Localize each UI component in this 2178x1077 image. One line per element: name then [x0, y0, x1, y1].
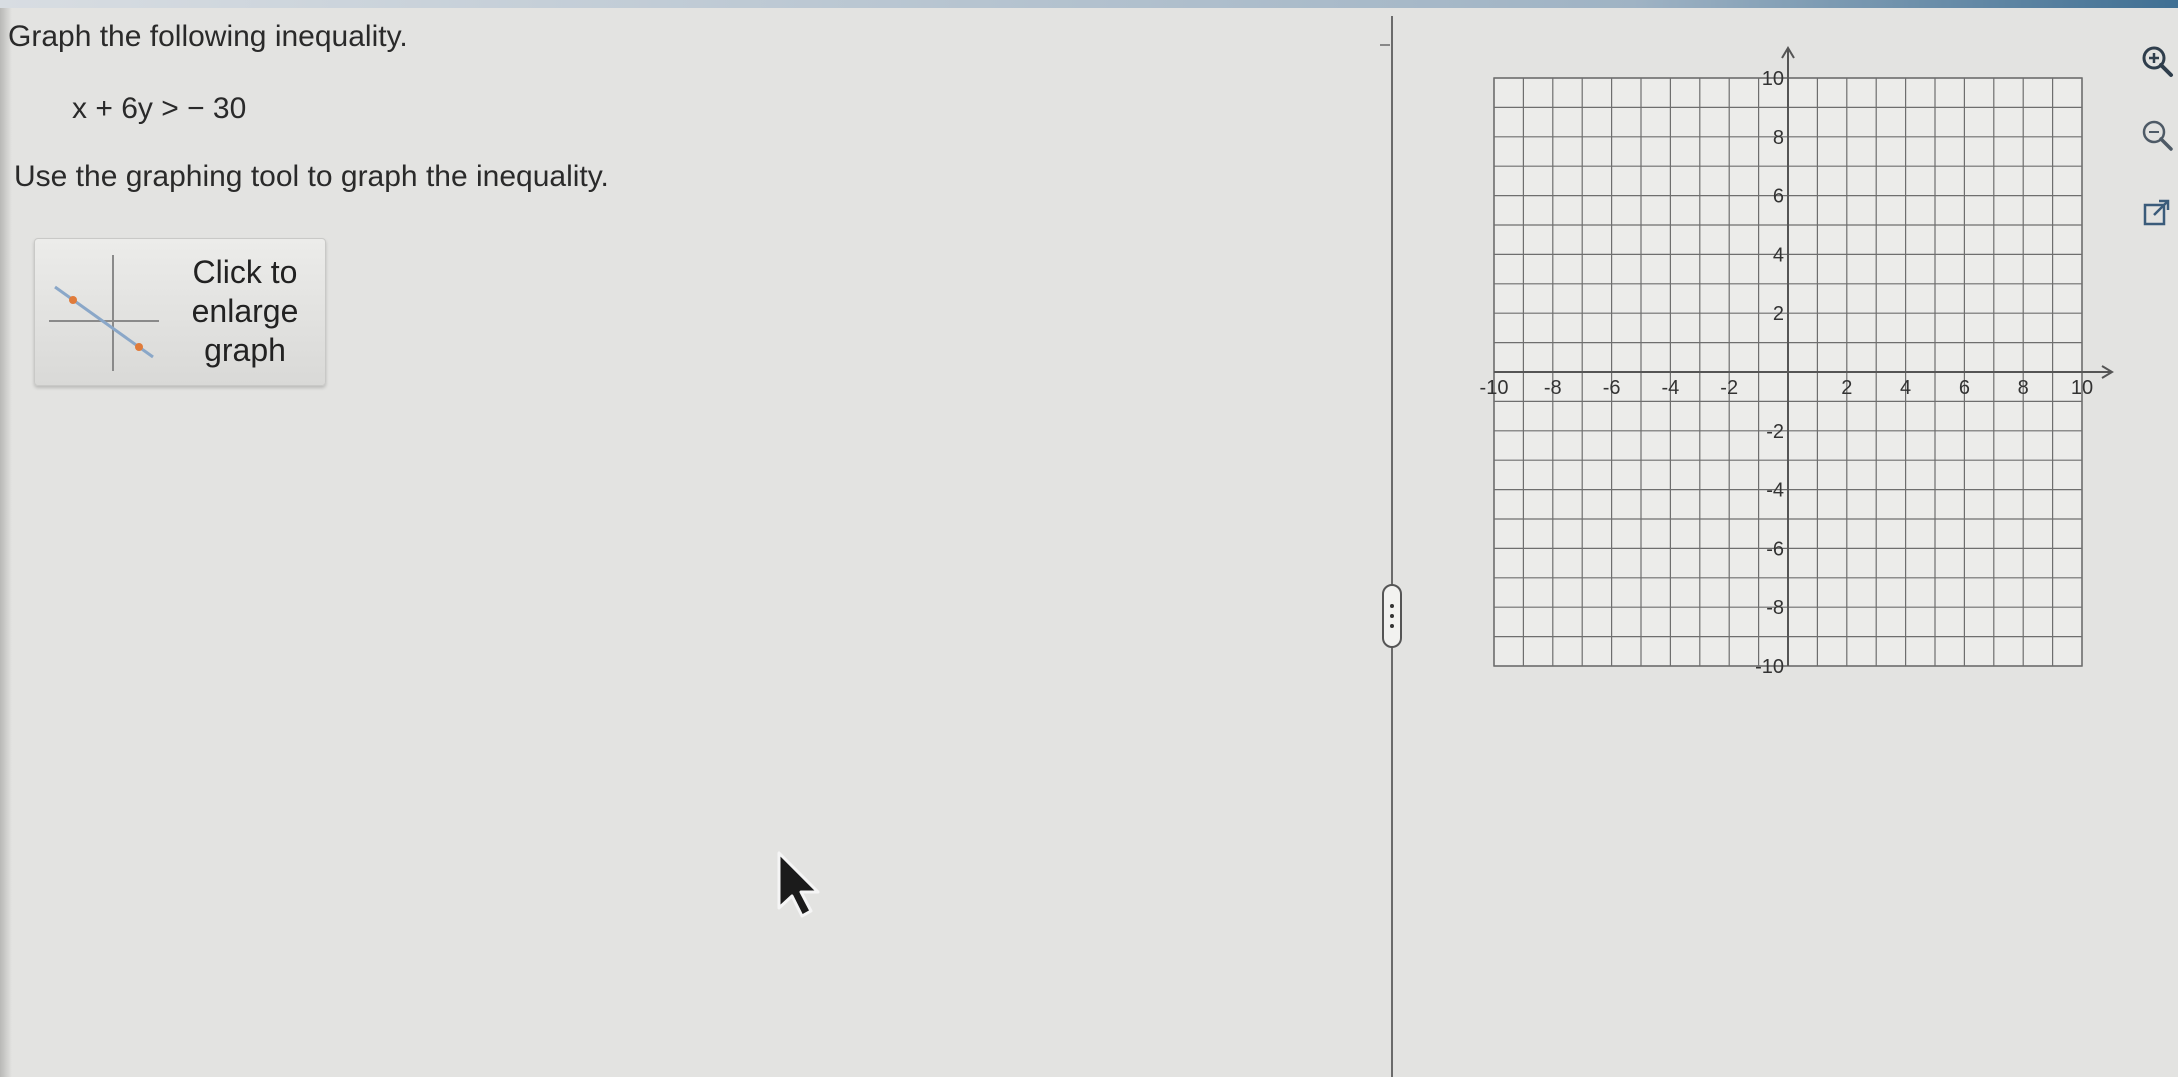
y-tick-label: 4 [1773, 244, 1784, 266]
splitter-dot [1390, 624, 1394, 628]
y-tick-label: 10 [1762, 68, 1784, 90]
enlarge-label-line1: Click to [192, 254, 298, 290]
coordinate-graph[interactable]: -10 -8 -6 -4 -2 2 4 6 8 10 10 8 6 4 2 -2 -4 -6 -8 -10 [1470, 30, 2130, 720]
y-tick-label: 8 [1773, 127, 1784, 149]
y-tick-label: -10 [1755, 656, 1784, 678]
x-tick-label: -4 [1662, 377, 1680, 399]
x-tick-label: 4 [1900, 377, 1911, 399]
y-tick-label: 6 [1773, 186, 1784, 208]
y-tick-label: -8 [1766, 597, 1784, 619]
zoom-out-button[interactable] [2140, 118, 2174, 152]
x-tick-label: -6 [1603, 377, 1621, 399]
splitter-dot [1390, 604, 1394, 608]
inequality-expression: x + 6y > − 30 [72, 92, 247, 125]
y-tick-label: 2 [1773, 303, 1784, 325]
x-tick-label: -8 [1544, 377, 1562, 399]
enlarge-graph-label: Click to enlarge graph [165, 253, 325, 370]
zoom-out-icon [2142, 120, 2173, 151]
enlarge-graph-button[interactable]: Click to enlarge graph [34, 238, 326, 386]
y-tick-label: -4 [1766, 480, 1784, 502]
graph-thumbnail-icon [49, 255, 159, 371]
y-tick-label: -2 [1766, 421, 1784, 443]
pane-divider [1391, 16, 1393, 1077]
zoom-in-icon [2142, 46, 2173, 77]
zoom-in-button[interactable] [2140, 44, 2174, 78]
x-tick-label: 8 [2018, 377, 2029, 399]
splitter-dot [1390, 614, 1394, 618]
open-external-icon [2143, 199, 2170, 226]
open-external-button[interactable] [2140, 196, 2174, 230]
x-tick-label: 2 [1841, 377, 1852, 399]
enlarge-label-line3: graph [204, 332, 286, 368]
divider-tick [1380, 44, 1390, 46]
enlarge-label-line2: enlarge [191, 293, 299, 329]
top-accent-bar [0, 0, 2178, 8]
mouse-pointer-icon [777, 851, 820, 918]
x-tick-label: 6 [1959, 377, 1970, 399]
graphing-tool-instruction: Use the graphing tool to graph the inequ… [14, 160, 609, 193]
x-tick-label: -2 [1720, 377, 1738, 399]
question-instruction: Graph the following inequality. [8, 20, 408, 53]
x-tick-label: -10 [1480, 377, 1509, 399]
pane-splitter-handle[interactable] [1382, 584, 1402, 648]
y-tick-label: -6 [1766, 538, 1784, 560]
x-tick-label: 10 [2071, 377, 2093, 399]
